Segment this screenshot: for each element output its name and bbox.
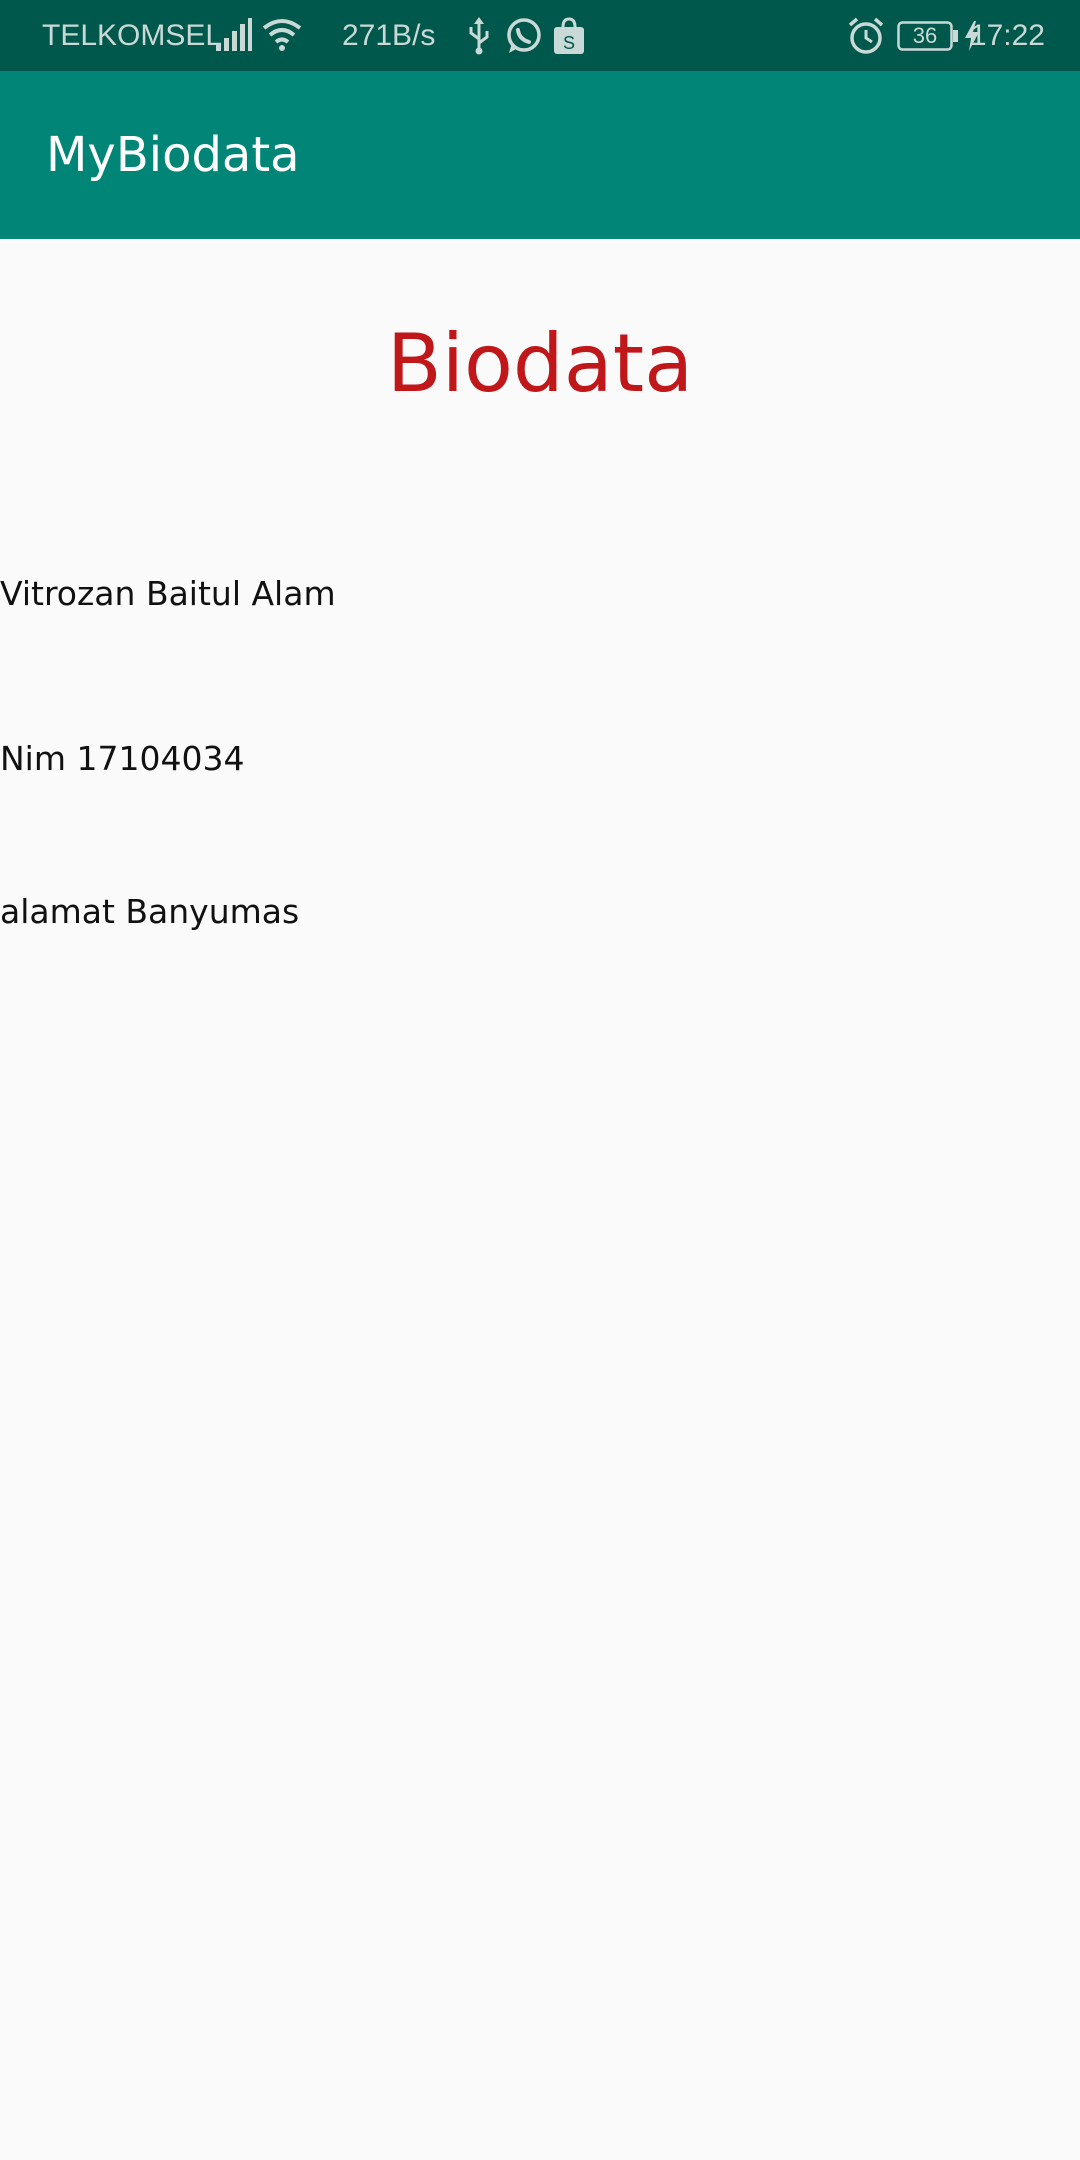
usb-icon bbox=[466, 17, 492, 60]
battery-icon: 36 bbox=[897, 21, 959, 56]
signal-icon bbox=[214, 18, 252, 57]
network-speed: 271B/s bbox=[342, 19, 436, 52]
nim-text: Nim 17104034 bbox=[0, 739, 245, 778]
name-text: Vitrozan Baitul Alam bbox=[0, 574, 336, 613]
address-text: alamat Banyumas bbox=[0, 892, 300, 931]
main-content: Biodata Vitrozan Baitul Alam Nim 1710403… bbox=[0, 239, 1080, 2160]
app-title: MyBiodata bbox=[46, 127, 300, 183]
clock-time: 17:22 bbox=[969, 19, 1045, 52]
carrier-name: TELKOMSEL bbox=[42, 19, 223, 52]
svg-text:S: S bbox=[563, 33, 575, 53]
shopee-icon: S bbox=[553, 17, 585, 60]
whatsapp-icon bbox=[505, 17, 543, 60]
alarm-icon bbox=[847, 17, 885, 60]
app-toolbar: MyBiodata bbox=[0, 71, 1080, 239]
wifi-icon bbox=[262, 18, 302, 57]
page-heading: Biodata bbox=[386, 317, 694, 410]
status-bar: TELKOMSEL 271B/s S 36 17:22 bbox=[0, 0, 1080, 71]
battery-level: 36 bbox=[912, 23, 938, 48]
